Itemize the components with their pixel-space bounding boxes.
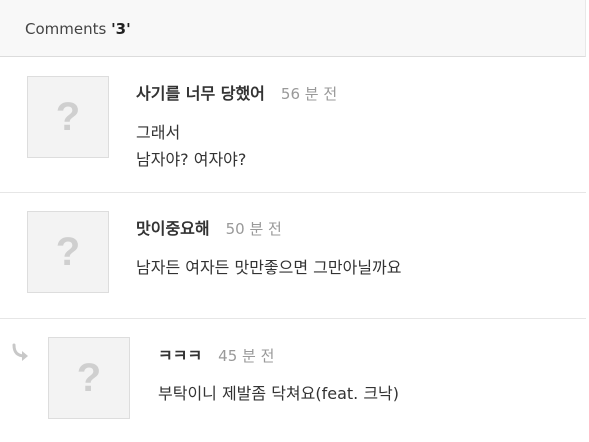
comment-time: 45 분 전 bbox=[218, 347, 275, 365]
comment-author[interactable]: 사기를 너무 당했어 bbox=[136, 84, 265, 103]
comments-title: Comments '3' bbox=[25, 20, 131, 38]
comment-divider bbox=[0, 318, 586, 319]
comment-author[interactable]: 맛이중요해 bbox=[136, 219, 210, 238]
comment-time: 56 분 전 bbox=[280, 85, 338, 103]
comment-text-line: 그래서 bbox=[136, 123, 181, 142]
reply-arrow-icon bbox=[12, 343, 28, 361]
comments-header: Comments '3' bbox=[0, 0, 586, 57]
comment-meta: 사기를 너무 당했어 56 분 전 bbox=[136, 80, 337, 104]
comment-text-line: 부탁이니 제발좀 닥쳐요(feat. 크낙) bbox=[158, 384, 400, 403]
comments-count: '3' bbox=[111, 20, 131, 38]
avatar[interactable]: ? bbox=[48, 337, 130, 419]
comments-label: Comments bbox=[25, 20, 112, 38]
avatar[interactable]: ? bbox=[27, 211, 109, 293]
default-avatar-icon: ? bbox=[55, 229, 81, 274]
comment-divider bbox=[0, 192, 586, 193]
comment-time: 50 분 전 bbox=[225, 220, 282, 238]
comment-meta: 맛이중요해 50 분 전 bbox=[136, 215, 282, 239]
comment-author[interactable]: ㅋㅋㅋ bbox=[158, 346, 202, 365]
comment-text-line: 남자든 여자든 맛만좋으면 그만아닐까요 bbox=[136, 258, 402, 277]
default-avatar-icon: ? bbox=[76, 355, 102, 400]
comment-meta: ㅋㅋㅋ 45 분 전 bbox=[158, 342, 274, 366]
comment-text-line: 남자야? 여자야? bbox=[136, 150, 247, 169]
comments-section: Comments '3' ? 사기를 너무 당했어 56 분 전 그래서 남자야?… bbox=[0, 0, 589, 442]
default-avatar-icon: ? bbox=[55, 94, 81, 139]
avatar[interactable]: ? bbox=[27, 76, 109, 158]
